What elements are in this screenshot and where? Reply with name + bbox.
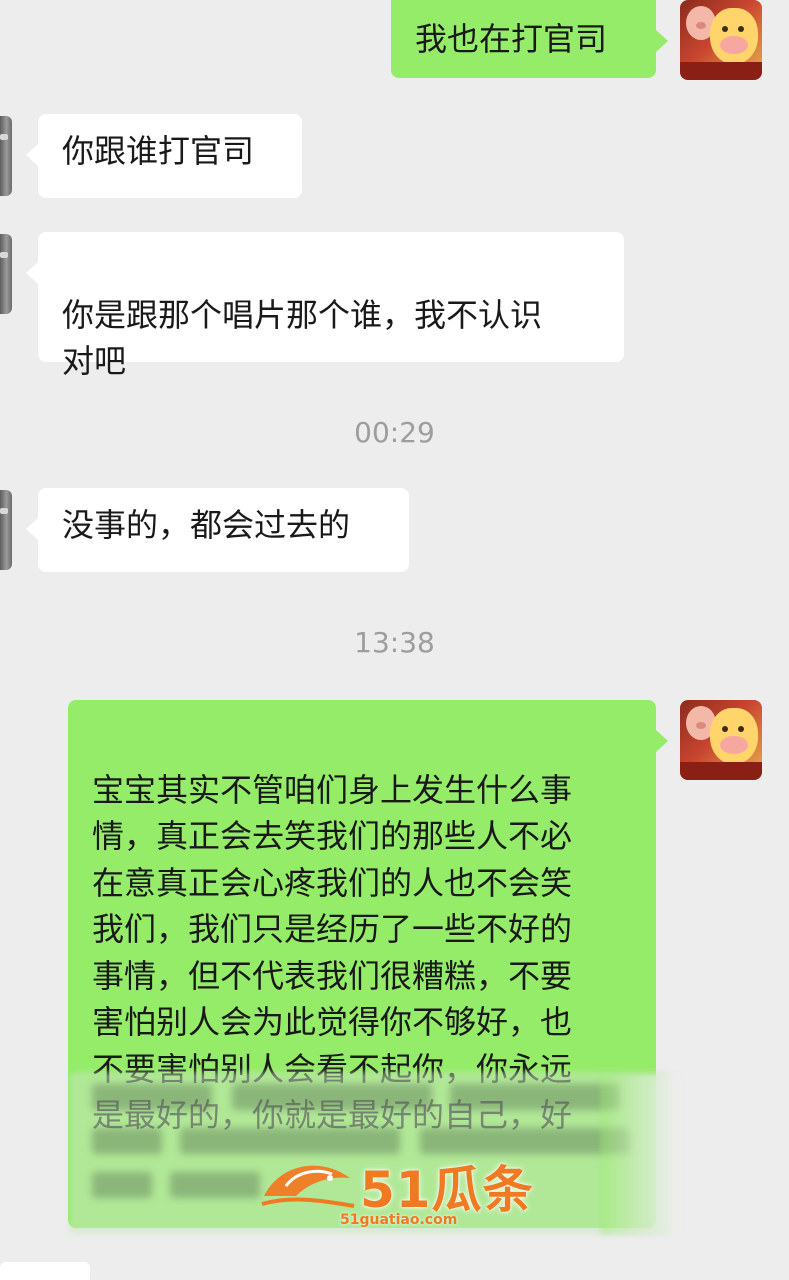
message-text: 你跟谁打官司 (62, 132, 255, 170)
message-text: 没事的，都会过去的 (62, 506, 351, 544)
fish-logo-icon (261, 1165, 355, 1208)
watermark-url: 51guatiao.com (340, 1212, 458, 1228)
chat-timestamp: 00:29 (354, 416, 435, 449)
message-bubble-incoming[interactable]: 你跟谁打官司 (26, 114, 302, 198)
avatar-pig-icon (710, 8, 758, 64)
next-message-edge (0, 1262, 90, 1280)
my-avatar[interactable] (680, 700, 762, 780)
contact-avatar[interactable] (0, 234, 12, 314)
contact-avatar[interactable] (0, 116, 12, 196)
message-bubble-incoming[interactable]: 你是跟那个唱片那个谁，我不认识 对吧 (26, 232, 624, 380)
chat-timestamp: 13:38 (354, 626, 435, 659)
avatar-pig-icon (710, 708, 758, 764)
message-text: 我也在打官司 (415, 20, 608, 58)
message-bubble-outgoing[interactable]: 我也在打官司 (391, 0, 668, 78)
message-bubble-incoming[interactable]: 没事的，都会过去的 (26, 488, 409, 572)
my-avatar[interactable] (680, 0, 762, 80)
message-text: 你是跟那个唱片那个谁，我不认识 对吧 (62, 296, 543, 380)
site-watermark: 51瓜条 51guatiao.com (260, 1150, 540, 1230)
contact-avatar[interactable] (0, 490, 12, 570)
